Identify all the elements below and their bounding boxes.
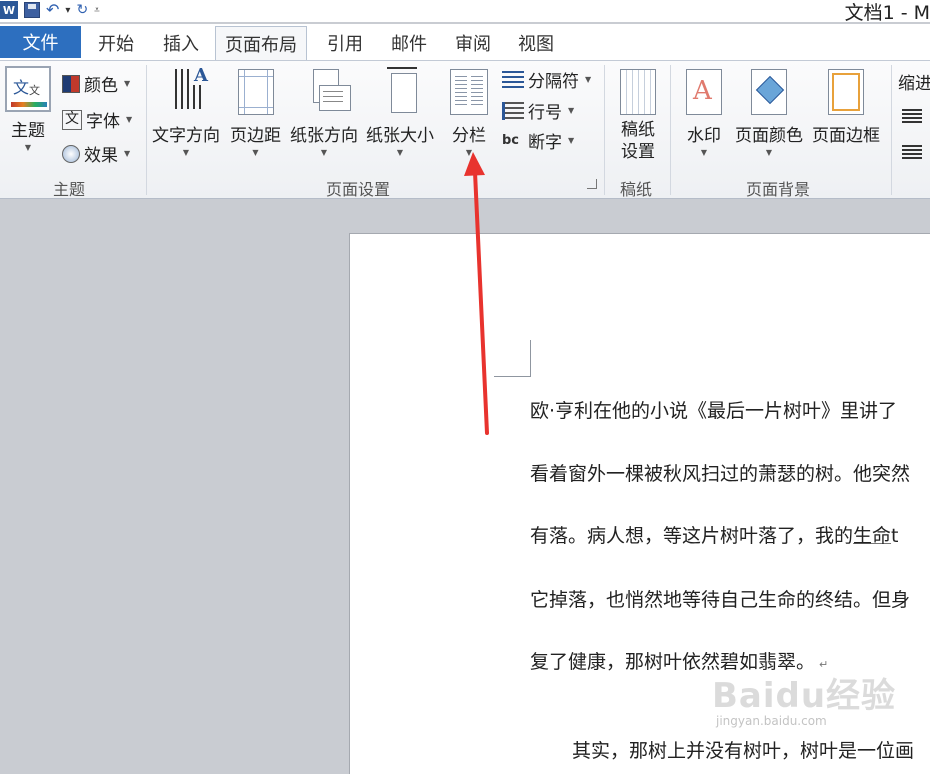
annotation-arrow (464, 152, 489, 435)
